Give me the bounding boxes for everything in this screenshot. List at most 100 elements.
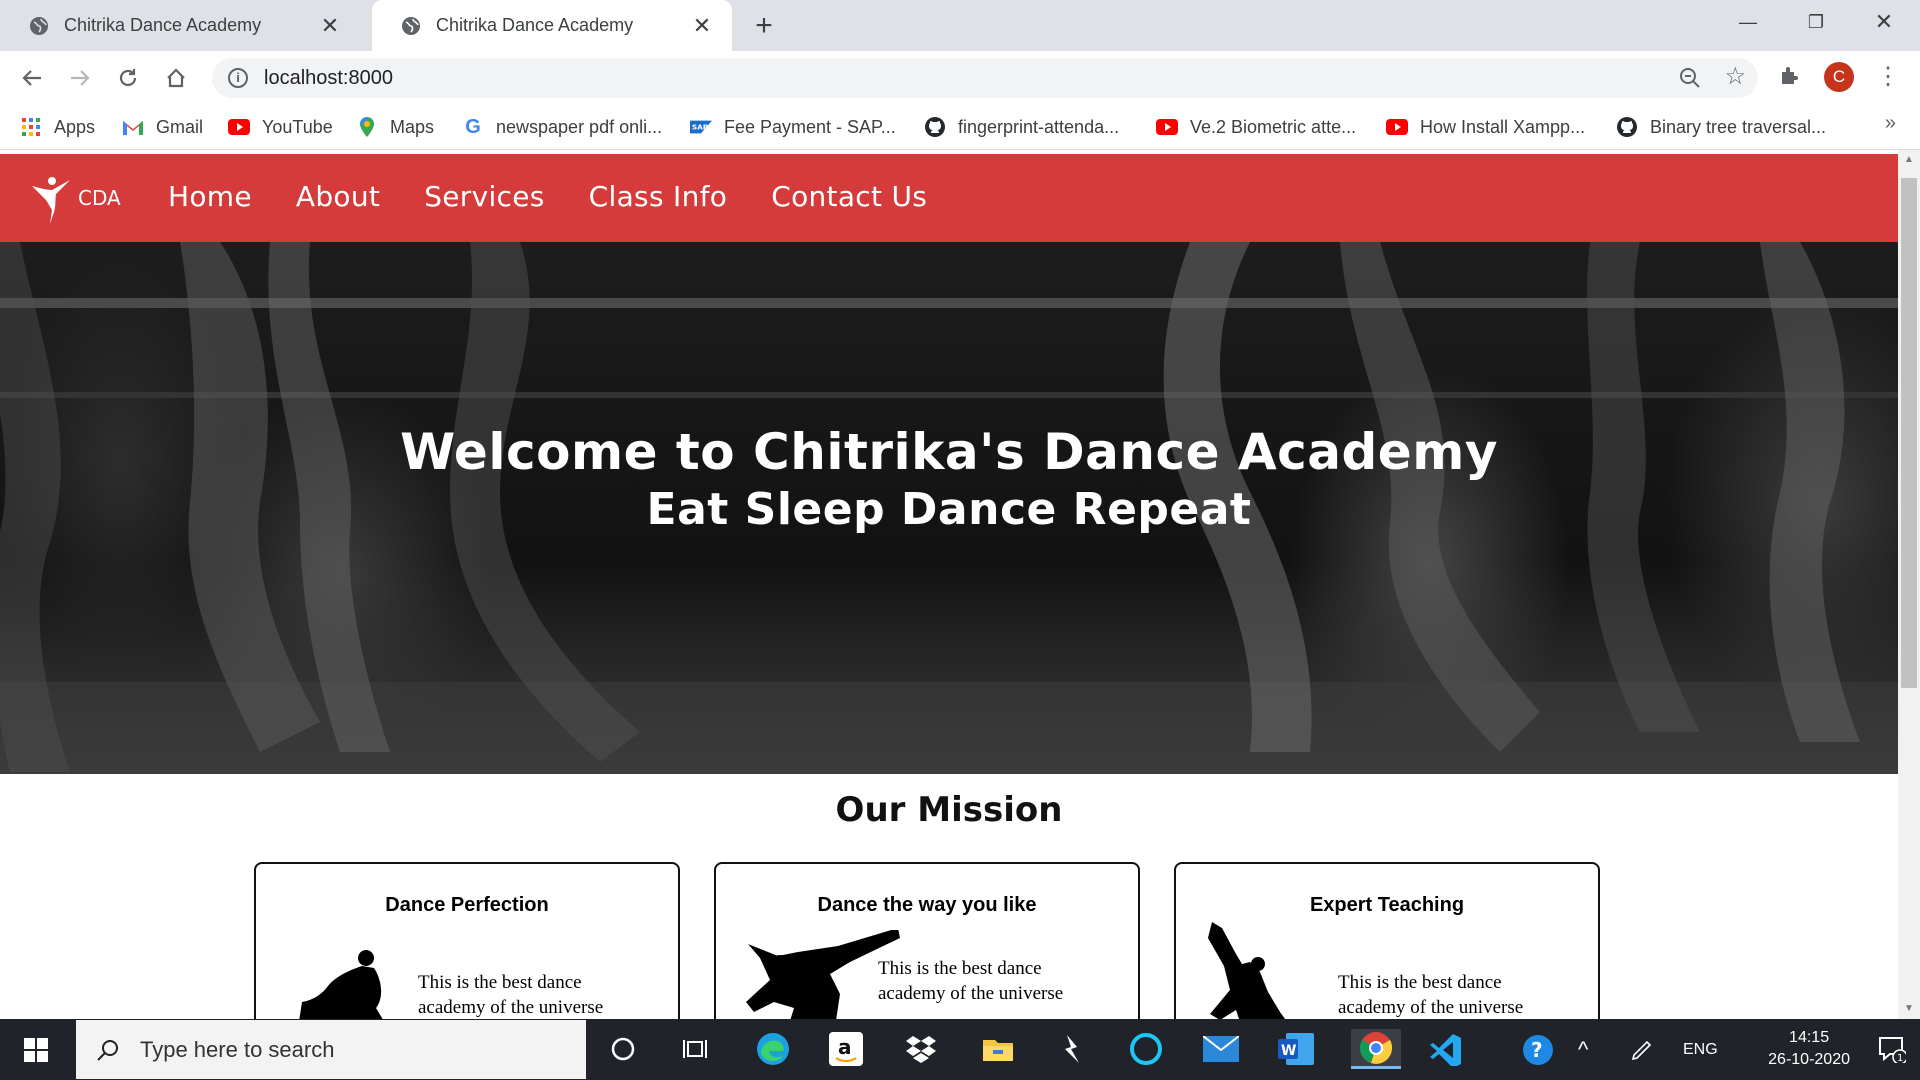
bookmark-label: Apps <box>54 116 96 137</box>
more-menu-icon[interactable]: ⋮ <box>1876 62 1900 92</box>
extensions-icon[interactable] <box>1778 64 1802 94</box>
address-bar[interactable]: i localhost:8000 ☆ <box>212 58 1758 98</box>
close-tab-icon[interactable]: ✕ <box>318 13 342 39</box>
site-logo[interactable]: CDA <box>30 172 121 224</box>
tab-title: Chitrika Dance Academy <box>64 15 262 35</box>
nav-services[interactable]: Services <box>424 180 544 213</box>
nav-contact-us[interactable]: Contact Us <box>771 180 927 213</box>
cortana-icon[interactable] <box>601 1029 645 1069</box>
file-explorer-icon[interactable] <box>976 1029 1020 1069</box>
bookmark-maps[interactable]: Maps <box>356 114 434 140</box>
language-indicator[interactable]: ENG <box>1683 1019 1718 1080</box>
pen-icon[interactable] <box>1630 1019 1654 1080</box>
gmail-icon <box>122 116 144 138</box>
scroll-down-icon[interactable]: ▼ <box>1898 999 1920 1019</box>
minimize-button[interactable]: — <box>1714 0 1782 44</box>
taskbar-search-box[interactable]: Type here to search <box>76 1020 586 1079</box>
page-scrollbar[interactable]: ▲ ▼ <box>1898 150 1920 1019</box>
amazon-icon[interactable]: a <box>824 1029 868 1069</box>
clock[interactable]: 14:15 26-10-2020 <box>1768 1027 1850 1071</box>
hero-title: Welcome to Chitrika's Dance Academy <box>400 423 1498 481</box>
windows-taskbar: Type here to search a W ? ^ ENG 14:15 26… <box>0 1019 1920 1080</box>
bookmark-label: YouTube <box>262 116 333 137</box>
sap-icon: SAP <box>690 116 712 138</box>
bookmark-star-icon[interactable]: ☆ <box>1724 62 1746 91</box>
vscode-icon[interactable] <box>1424 1029 1468 1069</box>
close-tab-icon[interactable]: ✕ <box>690 13 714 39</box>
svg-text:W: W <box>1281 1043 1296 1059</box>
forward-button[interactable] <box>64 62 96 94</box>
bookmark-xampp[interactable]: How Install Xampp... <box>1386 114 1585 140</box>
word-icon[interactable]: W <box>1274 1029 1318 1069</box>
bookmark-label: Gmail <box>156 116 204 137</box>
zoom-icon[interactable] <box>1678 66 1702 90</box>
chrome-icon[interactable] <box>1351 1029 1401 1069</box>
bookmark-newspaper[interactable]: G newspaper pdf onli... <box>462 114 662 140</box>
bookmark-label: Maps <box>390 116 435 137</box>
search-placeholder: Type here to search <box>140 1036 335 1062</box>
bookmark-binary-tree[interactable]: Binary tree traversal... <box>1616 114 1826 140</box>
card-body: This is the best dance academy of the un… <box>418 972 604 1018</box>
github-icon <box>924 116 946 138</box>
mission-card-3: Expert Teaching This is the best dance a… <box>1174 862 1600 1019</box>
mail-icon[interactable] <box>1199 1029 1243 1069</box>
browser-tab-2[interactable]: Chitrika Dance Academy ✕ <box>372 0 732 51</box>
edge-icon[interactable] <box>751 1029 795 1069</box>
bookmark-fee-payment[interactable]: SAP Fee Payment - SAP... <box>690 114 896 140</box>
back-button[interactable] <box>16 62 48 94</box>
windows-logo-icon <box>24 1037 48 1062</box>
bookmark-gmail[interactable]: Gmail <box>122 114 203 140</box>
nav-about[interactable]: About <box>296 180 380 213</box>
dropbox-icon[interactable] <box>899 1029 943 1069</box>
info-icon[interactable]: i <box>228 68 248 88</box>
globe-icon <box>402 16 420 35</box>
nav-class-info[interactable]: Class Info <box>589 180 728 213</box>
start-button[interactable] <box>0 1019 72 1080</box>
browser-toolbar: i localhost:8000 ☆ C ⋮ <box>0 51 1920 104</box>
arrow-right-icon <box>71 70 90 86</box>
card-title: Dance Perfection <box>385 894 549 916</box>
nav-links: Home About Services Class Info Contact U… <box>168 180 971 213</box>
bookmark-biometric[interactable]: Ve.2 Biometric atte... <box>1156 114 1356 140</box>
dancer-silhouette-image <box>299 950 383 1019</box>
card-title: Dance the way you like <box>817 894 1037 916</box>
tab-strip: Chitrika Dance Academy ✕ Chitrika Dance … <box>0 0 1920 51</box>
bookmark-label: Binary tree traversal... <box>1650 116 1827 137</box>
url-text: localhost:8000 <box>264 66 393 89</box>
hero-text: Welcome to Chitrika's Dance Academy Eat … <box>0 422 1898 538</box>
task-view-icon[interactable] <box>673 1029 717 1069</box>
home-button[interactable] <box>160 62 192 94</box>
notification-count: 1 <box>1897 1053 1903 1063</box>
mission-card-2: Dance the way you like This is the best … <box>714 862 1140 1019</box>
bookmark-fingerprint[interactable]: fingerprint-attenda... <box>924 114 1119 140</box>
profile-avatar[interactable]: C <box>1824 62 1854 92</box>
youtube-icon <box>1156 116 1178 138</box>
chevron-up-icon[interactable]: ^ <box>1578 1019 1588 1080</box>
close-window-button[interactable]: ✕ <box>1850 0 1918 44</box>
bookmark-apps[interactable]: Apps <box>20 114 95 140</box>
alexa-icon[interactable] <box>1124 1029 1168 1069</box>
svg-text:?: ? <box>1531 1038 1543 1062</box>
bookmark-youtube[interactable]: YouTube <box>228 114 333 140</box>
hero-banner: Welcome to Chitrika's Dance Academy Eat … <box>0 242 1898 774</box>
home-icon <box>167 68 185 88</box>
reload-icon <box>119 69 137 87</box>
browser-tab-1[interactable]: Chitrika Dance Academy ✕ <box>0 0 360 51</box>
nav-home[interactable]: Home <box>168 180 252 213</box>
clock-time: 14:15 <box>1789 1029 1830 1046</box>
restore-button[interactable]: ❐ <box>1782 0 1850 44</box>
google-icon: G <box>465 115 481 138</box>
reload-button[interactable] <box>112 62 144 94</box>
scroll-thumb[interactable] <box>1901 178 1917 688</box>
mission-heading: Our Mission <box>835 790 1063 830</box>
notification-icon[interactable]: 1 <box>1878 1035 1908 1069</box>
dancer-logo-icon <box>32 177 70 224</box>
scroll-up-icon[interactable]: ▲ <box>1898 150 1920 170</box>
app-lightning-icon[interactable] <box>1050 1029 1094 1069</box>
help-icon[interactable]: ? <box>1520 1019 1556 1080</box>
more-bookmarks-icon[interactable]: » <box>1885 112 1896 135</box>
bookmark-label: Ve.2 Biometric atte... <box>1190 116 1357 137</box>
card-body: This is the best dance academy of the un… <box>1338 972 1524 1018</box>
new-tab-button[interactable]: + <box>748 9 780 43</box>
bookmark-label: newspaper pdf onli... <box>496 116 663 137</box>
